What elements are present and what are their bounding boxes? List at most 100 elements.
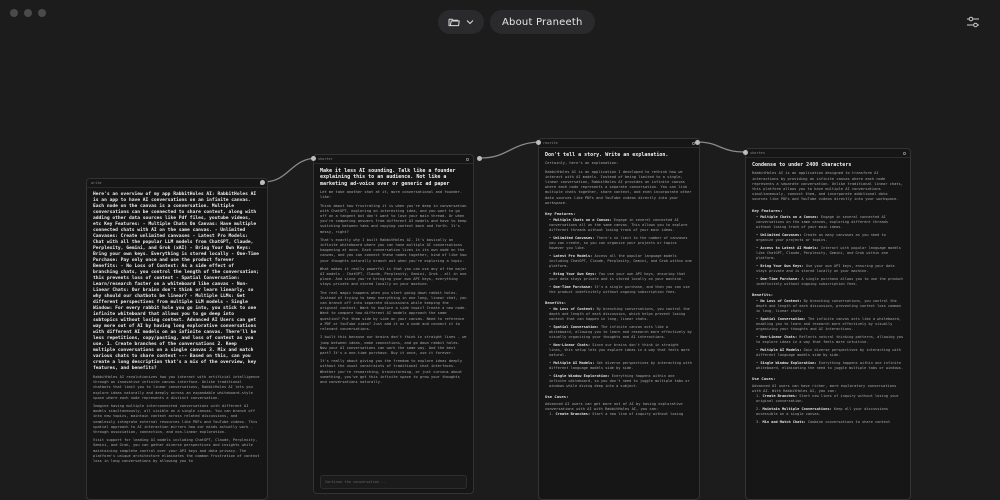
maximize-window-button[interactable] xyxy=(38,9,46,17)
connector-handle[interactable] xyxy=(260,180,265,185)
node-label: write xyxy=(91,181,102,185)
list-item: 1. Create Branches: Start new lines of i… xyxy=(756,394,904,404)
list-item: • Unlimited Canvases: There's no limit t… xyxy=(549,236,693,251)
list-item-text: Start a new line of inquiry without losi… xyxy=(592,412,684,417)
ai-paragraph: RabbitHoles AI is an application I devel… xyxy=(545,169,692,205)
ai-paragraph: Advanced AI users can get more out of AI… xyxy=(545,402,683,412)
list-item-title: Multiple Chats on a Canvas: xyxy=(553,218,612,223)
list-item: • No Loss of Context: By branching conve… xyxy=(549,307,693,322)
user-message: Condense to under 2400 characters xyxy=(752,162,852,168)
connector-handle[interactable] xyxy=(536,140,541,145)
list-item-title: Create Branches: xyxy=(555,412,591,417)
node-label: shorten xyxy=(750,151,765,155)
conversation-node[interactable]: write Here's an overview of my app Rabbi… xyxy=(86,178,268,500)
list-item-title: Non-Linear Chats: xyxy=(760,334,798,339)
list-item-title: Latest Pro Models: xyxy=(553,254,593,259)
ai-paragraph: The real magic happens when you start go… xyxy=(320,290,467,332)
ai-paragraph: I built this because our brains don't th… xyxy=(320,335,467,355)
expand-icon[interactable] xyxy=(466,157,469,161)
list-item-title: Unlimited Canvases: xyxy=(760,232,802,237)
list-item: • Multiple AI Models: Gain diverse persp… xyxy=(756,348,904,358)
list-item: 3. Mix and Match Chats: Combine conversa… xyxy=(756,420,904,425)
ai-paragraph: Let me take another shot at it, more con… xyxy=(320,190,463,200)
list-item: • Spatial Conversation: The infinite can… xyxy=(756,317,904,332)
ai-paragraph: Visit support for leading AI models incl… xyxy=(93,438,260,464)
user-message: Don't tell a story. Write an explanation… xyxy=(545,152,669,158)
list-item: • Bring Your Own Keys: Use your own API … xyxy=(756,264,904,274)
list-item: 2. Maintain Multiple Conversations: Keep… xyxy=(756,407,904,417)
ai-paragraph: What makes it really powerful is that yo… xyxy=(320,266,467,287)
list-item: • Unlimited Canvases: Create as many can… xyxy=(756,233,904,243)
list-item-title: One-Time Purchase: xyxy=(760,276,800,281)
list-item-title: Spatial Conversation: xyxy=(760,316,806,321)
ai-paragraph: Think about how frustrating it is when y… xyxy=(320,203,467,234)
connector-handle[interactable] xyxy=(695,140,700,145)
list-item: • Bring Your Own Keys: You use your own … xyxy=(549,272,693,282)
section-heading: Benefits: xyxy=(545,300,567,306)
ai-paragraph: RabbitHoles AI is an application designe… xyxy=(752,171,903,202)
ai-paragraph: That's exactly why I built RabbitHoles A… xyxy=(320,237,467,263)
list-item-title: Multiple AI Models: xyxy=(553,361,595,366)
ai-paragraph: Advanced AI users can have richer, more … xyxy=(752,383,897,393)
list-item-title: Spatial Conversation: xyxy=(553,325,599,330)
canvas-menu-button[interactable] xyxy=(438,10,484,34)
folder-icon xyxy=(448,18,460,27)
list-item-title: One-Time Purchase: xyxy=(553,285,593,290)
user-message: Make it less AI sounding. Talk like a fo… xyxy=(320,168,456,187)
chevron-down-icon xyxy=(466,20,474,25)
list-item: • Latest Pro Models: Access all the popu… xyxy=(549,254,693,269)
node-label: rewrite xyxy=(543,141,558,145)
list-item: • Multiple AI Models: Get diverse perspe… xyxy=(549,361,693,371)
node-label: shorter xyxy=(318,157,333,161)
list-item-title: Single Window Exploration: xyxy=(553,374,610,379)
list-item: • Multiple Chats on a Canvas: Engage in … xyxy=(756,215,904,230)
top-toolbar: About Praneeth xyxy=(438,10,595,34)
connector-handle[interactable] xyxy=(477,156,482,161)
canvas-title[interactable]: About Praneeth xyxy=(490,10,595,34)
section-heading: Use Cases: xyxy=(752,375,776,381)
connector-handle[interactable] xyxy=(743,150,748,155)
conversation-node[interactable]: rewrite Don't tell a story. Write an exp… xyxy=(538,138,700,500)
list-item: • Access to Latest AI Models: Interact w… xyxy=(756,246,904,261)
list-item: • Multiple Chats on a Canvas: Engage in … xyxy=(549,218,693,233)
list-item: • Spatial Conversation: The infinite can… xyxy=(549,325,693,340)
conversation-node[interactable]: shorten Condense to under 2400 character… xyxy=(745,148,911,500)
connector-handle[interactable] xyxy=(311,156,316,161)
list-item-title: Unlimited Canvases: xyxy=(553,236,595,241)
chat-input[interactable]: Continue the conversation... xyxy=(320,475,467,489)
ai-paragraph: Certainly, here's an explanation: xyxy=(545,161,619,166)
list-item-title: No Loss of Context: xyxy=(553,307,595,312)
ai-paragraph: It's really about giving you the freedom… xyxy=(320,359,463,384)
section-heading: Key Features: xyxy=(545,211,576,217)
list-item-title: No Loss of Context: xyxy=(760,298,802,303)
list-item: • Non-Linear Chats: Since our brains don… xyxy=(549,343,693,358)
list-item-title: Multiple AI Models: xyxy=(760,347,802,352)
list-item-title: Single Window Exploration: xyxy=(760,360,817,365)
list-item-title: Create Branches: xyxy=(762,394,798,399)
list-item: • One-Time Purchase: A single purchase a… xyxy=(756,277,904,287)
list-item: • No Loss of Context: By branching conve… xyxy=(756,299,904,314)
expand-icon[interactable] xyxy=(903,151,906,155)
list-item-title: Maintain Multiple Conversations: xyxy=(762,407,832,412)
list-item-title: Access to Latest AI Models: xyxy=(760,245,819,250)
list-item: • Single Window Exploration: Everything … xyxy=(549,374,693,389)
ai-paragraph: RabbitHoles AI revolutionizes how you in… xyxy=(93,375,260,400)
list-item: 1. Create Branches: Start a new line of … xyxy=(549,412,693,417)
list-item-title: Mix and Match Chats: xyxy=(762,420,806,425)
section-heading: Use Cases: xyxy=(545,394,569,400)
close-window-button[interactable] xyxy=(10,9,18,17)
user-message: Here's an overview of my app RabbitHoles… xyxy=(93,192,259,371)
window-controls xyxy=(10,9,46,17)
list-item-title: Bring Your Own Keys: xyxy=(760,263,804,268)
list-item: • Single Window Exploration: Everything … xyxy=(756,361,904,371)
sliders-icon[interactable] xyxy=(966,15,980,29)
list-item-title: Non-Linear Chats: xyxy=(553,343,591,348)
list-item: • One-Time Purchase: It's a single purch… xyxy=(549,285,693,295)
list-item-title: Bring Your Own Keys: xyxy=(553,272,597,277)
list-item-text: Combine conversations to share context xyxy=(807,420,891,425)
conversation-node[interactable]: shorter Make it less AI sounding. Talk l… xyxy=(313,154,474,494)
list-item-title: Multiple Chats on a Canvas: xyxy=(760,214,819,219)
list-item: • Non-Linear Chats: Reflects natural thi… xyxy=(756,335,904,345)
minimize-window-button[interactable] xyxy=(24,9,32,17)
ai-paragraph: Imagine having multiple interconnected c… xyxy=(93,404,258,435)
